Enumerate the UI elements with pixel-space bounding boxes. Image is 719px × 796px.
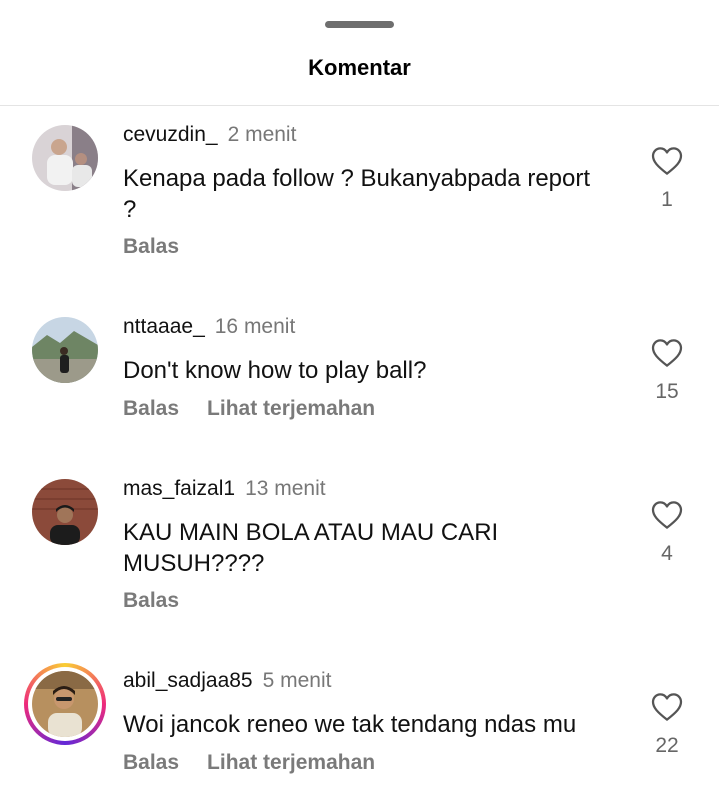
reply-button[interactable]: Balas: [123, 751, 179, 774]
heart-outline-icon[interactable]: [651, 500, 683, 530]
comment-actions: Balas: [123, 235, 179, 259]
reply-button[interactable]: Balas: [123, 589, 179, 612]
like-count: 4: [661, 542, 673, 565]
drag-handle[interactable]: [325, 21, 394, 28]
avatar: [32, 671, 98, 737]
comment-actions: Balas Lihat terjemahan: [123, 751, 375, 775]
comment-text: Woi jancok reneo we tak tendang ndas mu: [123, 711, 577, 738]
timestamp: 2 menit: [227, 123, 297, 146]
comment-header: cevuzdin_ 2 menit: [123, 123, 296, 147]
reply-button[interactable]: Balas: [123, 397, 179, 420]
story-ring-avatar[interactable]: [24, 663, 106, 745]
comment-actions: Balas: [123, 589, 179, 613]
timestamp: 13 menit: [245, 477, 326, 500]
avatar[interactable]: [32, 317, 98, 383]
username[interactable]: nttaaae_: [123, 315, 205, 338]
comment-text: Kenapa pada follow ? Bukanyabpada report…: [123, 165, 591, 223]
heart-outline-icon[interactable]: [651, 146, 683, 176]
header-divider: [0, 105, 719, 106]
comment-actions: Balas Lihat terjemahan: [123, 397, 375, 421]
like-count: 1: [661, 188, 673, 211]
see-translation-link[interactable]: Lihat terjemahan: [207, 751, 375, 774]
reply-button[interactable]: Balas: [123, 235, 179, 258]
avatar-photo: [32, 317, 98, 383]
comment-header: nttaaae_ 16 menit: [123, 315, 295, 339]
timestamp: 5 menit: [262, 669, 332, 692]
username[interactable]: abil_sadjaa85: [123, 669, 253, 692]
username[interactable]: mas_faizal1: [123, 477, 235, 500]
heart-outline-icon[interactable]: [651, 692, 683, 722]
see-translation-link[interactable]: Lihat terjemahan: [207, 397, 375, 420]
like-count: 15: [655, 380, 679, 403]
like-count: 22: [655, 734, 679, 757]
timestamp: 16 menit: [214, 315, 296, 338]
avatar-photo: [32, 671, 98, 737]
heart-outline-icon[interactable]: [651, 338, 683, 368]
comment-header: abil_sadjaa85 5 menit: [123, 669, 331, 693]
sheet-title: Komentar: [308, 55, 411, 80]
avatar-photo: [32, 125, 98, 191]
comment-text: KAU MAIN BOLA ATAU MAU CARI MUSUH????: [123, 519, 499, 577]
username[interactable]: cevuzdin_: [123, 123, 218, 146]
comment-header: mas_faizal1 13 menit: [123, 477, 326, 501]
avatar[interactable]: [32, 125, 98, 191]
comment-text: Don't know how to play ball?: [123, 357, 427, 384]
avatar-photo: [32, 479, 98, 545]
avatar[interactable]: [32, 479, 98, 545]
